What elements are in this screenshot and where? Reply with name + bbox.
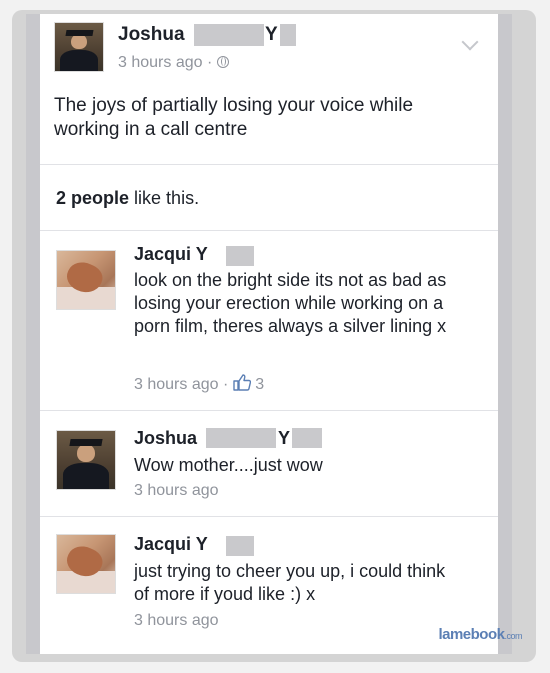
globe-icon <box>216 56 229 68</box>
thumbs-up-icon[interactable] <box>233 374 251 391</box>
post-author-name[interactable]: Joshua <box>118 24 185 46</box>
comment-author-name[interactable]: Jacqui Y <box>134 244 208 265</box>
comment-text: just trying to cheer you up, i could thi… <box>134 561 446 604</box>
comment-timestamp[interactable]: 3 hours ago <box>134 376 219 393</box>
divider <box>40 516 498 517</box>
comment-meta: 3 hours ago · 3 <box>134 374 264 394</box>
chevron-down-icon[interactable] <box>461 33 479 51</box>
comment-author-name[interactable]: Joshua <box>134 428 197 449</box>
lamebook-watermark: lamebook.com <box>438 626 522 643</box>
divider <box>40 410 498 411</box>
divider <box>40 230 498 231</box>
commenter-avatar[interactable] <box>56 534 116 594</box>
likes-summary[interactable]: 2 people like this. <box>56 188 199 209</box>
divider <box>40 164 498 165</box>
name-redaction <box>206 428 276 448</box>
comment-text: look on the bright side its not as bad a… <box>134 270 447 336</box>
name-redaction <box>226 246 254 266</box>
name-redaction <box>226 536 254 556</box>
post-meta: 3 hours ago · <box>118 54 229 72</box>
name-redaction <box>292 428 322 448</box>
post-text: The joys of partially losing your voice … <box>54 95 414 140</box>
comment-timestamp[interactable]: 3 hours ago <box>134 482 219 499</box>
facebook-post: Joshua Y 3 hours ago · The joys of parti… <box>26 14 512 654</box>
comment-meta: 3 hours ago <box>134 612 219 630</box>
comment-timestamp[interactable]: 3 hours ago <box>134 612 219 629</box>
meta-separator: · <box>222 376 229 393</box>
watermark-brand: lamebook <box>438 626 505 643</box>
likes-count[interactable]: 2 people <box>56 188 129 208</box>
commenter-avatar[interactable] <box>56 430 116 490</box>
post-author-avatar[interactable] <box>54 22 104 72</box>
meta-separator: · <box>206 54 213 71</box>
post-timestamp[interactable]: 3 hours ago <box>118 54 203 71</box>
comment-text: Wow mother....just wow <box>134 455 323 475</box>
name-redaction <box>280 24 296 46</box>
name-redaction <box>194 24 264 46</box>
comment-meta: 3 hours ago <box>134 482 219 500</box>
comment-like-count[interactable]: 3 <box>255 376 264 393</box>
commenter-avatar[interactable] <box>56 250 116 310</box>
post-author-initial[interactable]: Y <box>265 24 278 46</box>
likes-suffix: like this. <box>134 188 200 208</box>
comment-author-name[interactable]: Jacqui Y <box>134 534 208 555</box>
watermark-tld: .com <box>504 631 522 641</box>
comment-author-initial[interactable]: Y <box>278 428 290 449</box>
